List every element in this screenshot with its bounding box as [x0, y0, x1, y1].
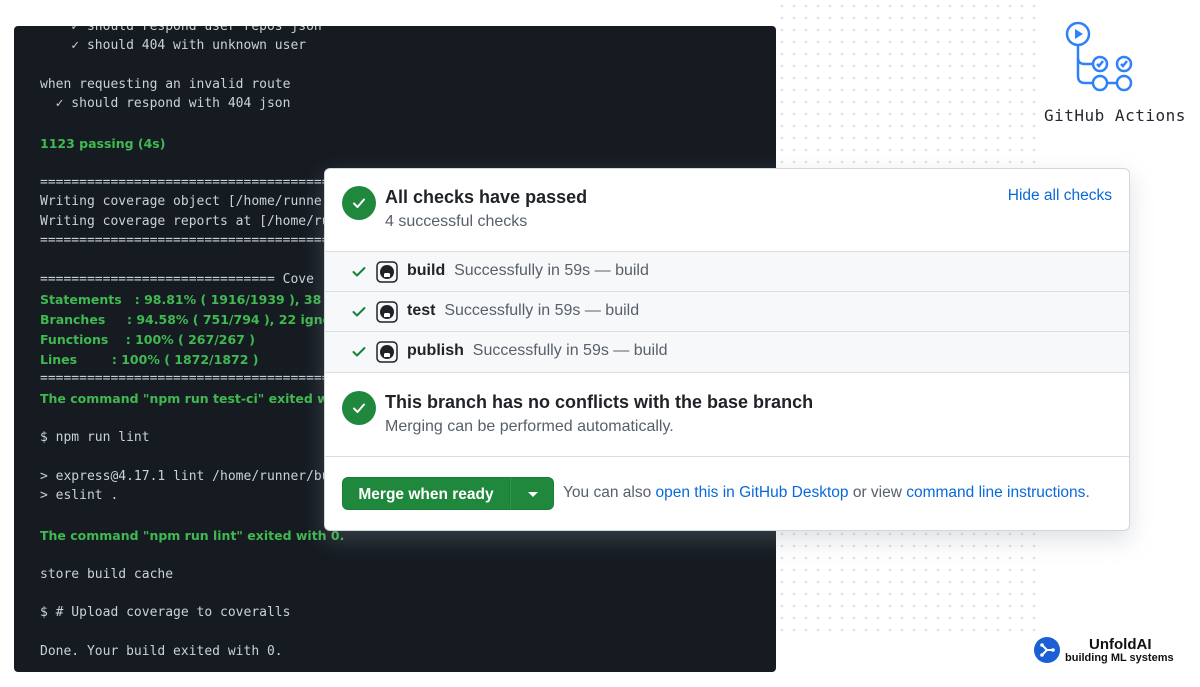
terminal-line: Lines : 100% ( 1872/1872 )	[40, 352, 259, 367]
check-icon	[352, 347, 366, 357]
terminal-line: ============================== Cove	[40, 272, 314, 287]
terminal-line: when requesting an invalid route	[40, 77, 291, 92]
check-icon	[352, 267, 366, 277]
terminal-line: Branches : 94.58% ( 751/794 ), 22 ignore…	[40, 312, 355, 327]
github-actions-logo-icon	[1065, 21, 1133, 92]
checks-passed-icon	[342, 186, 376, 220]
terminal-line: Writing coverage object [/home/runner	[40, 194, 330, 209]
open-github-desktop-link[interactable]: open this in GitHub Desktop	[656, 484, 849, 501]
terminal-line: ✓ should respond user repos json	[40, 26, 322, 34]
terminal-line: The command "npm run lint" exited with 0…	[40, 528, 345, 543]
divider	[325, 456, 1129, 457]
divider	[325, 372, 1129, 373]
unfoldai-name: UnfoldAI	[1089, 636, 1152, 653]
command-line-instructions-link[interactable]: command line instructions	[906, 484, 1085, 501]
caret-down-icon	[528, 492, 538, 497]
check-status: Successfully in 59s — build	[444, 302, 640, 319]
checks-title: All checks have passed	[385, 187, 588, 207]
merge-checks-panel: All checks have passed 4 successful chec…	[324, 168, 1130, 531]
merge-info-text: You can also open this in GitHub Desktop…	[563, 484, 1090, 501]
github-actions-label: GitHub Actions	[1044, 106, 1186, 125]
github-octocat-icon	[376, 261, 398, 283]
terminal-line: ✓ should 404 with unknown user	[40, 38, 307, 53]
terminal-line: 1123 passing (4s)	[40, 136, 166, 151]
check-name: test	[407, 302, 436, 319]
terminal-line: > eslint .	[40, 488, 119, 503]
check-status: Successfully in 59s — build	[454, 262, 649, 279]
checks-subtitle: 4 successful checks	[385, 213, 528, 230]
check-row-test[interactable]: test Successfully in 59s — build	[325, 291, 1129, 332]
no-conflicts-icon	[342, 391, 376, 425]
check-row-build[interactable]: build Successfully in 59s — build	[325, 251, 1129, 292]
unfoldai-tagline: building ML systems	[1065, 652, 1174, 664]
github-octocat-icon	[376, 341, 398, 363]
terminal-line: The command "npm run test-ci" exited wit…	[40, 391, 366, 406]
github-octocat-icon	[376, 301, 398, 323]
check-icon	[352, 307, 366, 317]
merge-options-dropdown-button[interactable]	[510, 477, 554, 510]
check-name: publish	[407, 342, 464, 359]
check-row-publish[interactable]: publish Successfully in 59s — build	[325, 331, 1129, 372]
terminal-line: $ npm run lint	[40, 430, 150, 445]
terminal-line: store build cache	[40, 567, 174, 582]
unfoldai-logo-icon	[1034, 637, 1060, 663]
conflict-title: This branch has no conflicts with the ba…	[385, 392, 814, 412]
terminal-line: $ # Upload coverage to coveralls	[40, 605, 291, 620]
terminal-line: Functions : 100% ( 267/267 )	[40, 332, 255, 347]
hide-all-checks-link[interactable]: Hide all checks	[1008, 187, 1112, 205]
terminal-line: > express@4.17.1 lint /home/runner/bu	[40, 469, 330, 484]
check-status: Successfully in 59s — build	[472, 342, 668, 359]
terminal-line: Done. Your build exited with 0.	[40, 644, 283, 659]
terminal-line: ✓ should respond with 404 json	[40, 96, 291, 111]
check-name: build	[407, 262, 446, 279]
terminal-line: Writing coverage reports at [/home/ru	[40, 214, 330, 229]
merge-when-ready-button[interactable]: Merge when ready	[342, 477, 510, 510]
conflict-subtitle: Merging can be performed automatically.	[385, 418, 674, 435]
